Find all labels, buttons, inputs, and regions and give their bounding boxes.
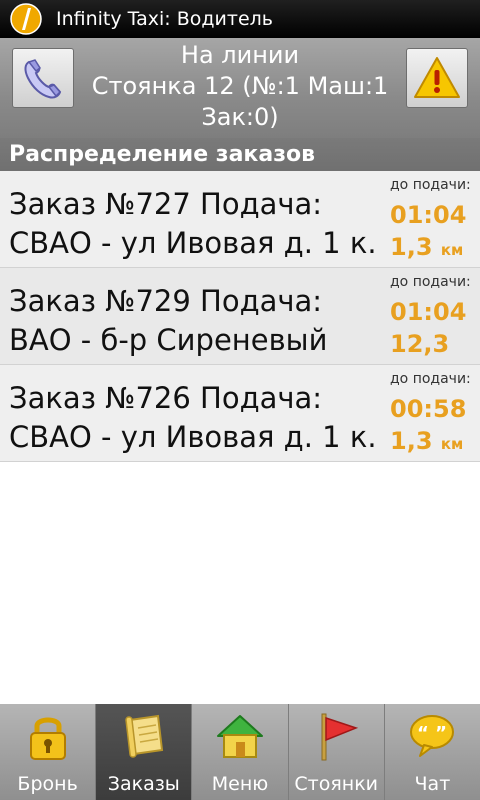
section-title: Распределение заказов <box>0 138 480 171</box>
app-logo-icon <box>10 3 42 35</box>
tab-menu[interactable]: Меню <box>192 704 289 800</box>
distance-unit: км <box>440 435 464 453</box>
bottom-tab-bar: Бронь Заказы Меню Стоянки “ ” Чат <box>0 704 480 800</box>
order-item[interactable]: Заказ №729 Подача: ВАО - б-р Сиреневый д… <box>0 268 480 365</box>
eta-label: до подачи: <box>390 177 471 193</box>
scroll-icon <box>125 714 163 758</box>
eta-time: 01:04 <box>390 298 467 326</box>
order-item[interactable]: Заказ №726 Подача: СВАО - ул Ивовая д. 1… <box>0 365 480 462</box>
alert-button[interactable] <box>406 48 468 108</box>
distance-value: 12,3 <box>390 330 450 358</box>
eta-time: 00:58 <box>390 395 467 423</box>
status-header: На линии Стоянка 12 (№:1 Маш:1 Зак:0) <box>0 38 480 138</box>
eta-time: 01:04 <box>390 201 467 229</box>
tab-parking-label: Стоянки <box>294 773 379 795</box>
tab-orders[interactable]: Заказы <box>96 704 193 800</box>
title-bar: Infinity Taxi: Водитель <box>0 0 480 38</box>
order-address: СВАО - ул Ивовая д. 1 к. <box>9 420 377 454</box>
flag-icon <box>321 713 359 761</box>
order-address: ВАО - б-р Сиреневый <box>9 323 328 357</box>
orders-list: Заказ №727 Подача: СВАО - ул Ивовая д. 1… <box>0 171 480 462</box>
tab-chat[interactable]: “ ” Чат <box>384 704 480 800</box>
distance-value: 1,3 <box>390 427 433 455</box>
svg-text:“ ”: “ ” <box>417 723 447 744</box>
tab-menu-label: Меню <box>211 773 269 795</box>
chat-bubble-icon: “ ” <box>410 715 455 757</box>
distance-unit: км <box>440 241 464 259</box>
order-title: Заказ №729 Подача: <box>9 284 323 318</box>
call-button[interactable] <box>12 48 74 108</box>
lock-icon <box>29 717 66 760</box>
order-title: Заказ №727 Подача: <box>9 187 323 221</box>
line-status: На линии <box>180 41 300 69</box>
eta-label: до подачи: <box>390 274 471 290</box>
orders-count: Зак:0) <box>201 103 279 131</box>
order-title: Заказ №726 Подача: <box>9 381 323 415</box>
phone-icon <box>24 59 62 99</box>
home-icon <box>217 715 263 758</box>
order-item[interactable]: Заказ №727 Подача: СВАО - ул Ивовая д. 1… <box>0 171 480 268</box>
eta-label: до подачи: <box>390 371 471 387</box>
window-title: Infinity Taxi: Водитель <box>56 8 273 30</box>
tab-chat-label: Чат <box>414 773 451 795</box>
tab-parking[interactable]: Стоянки <box>288 704 385 800</box>
order-address: СВАО - ул Ивовая д. 1 к. <box>9 226 377 260</box>
tab-bron-label: Бронь <box>17 773 78 795</box>
parking-info: Стоянка 12 (№:1 Маш:1 <box>91 72 389 100</box>
tab-bron[interactable]: Бронь <box>0 704 97 800</box>
warning-icon <box>414 57 460 98</box>
tab-orders-label: Заказы <box>107 773 180 795</box>
distance-value: 1,3 <box>390 233 433 261</box>
